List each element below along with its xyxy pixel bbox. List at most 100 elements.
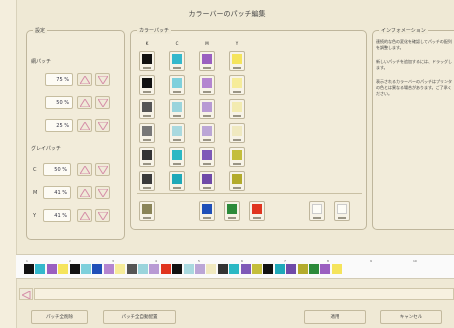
increase-button[interactable] — [77, 186, 92, 199]
column-label-y: Y — [235, 41, 239, 46]
color-swatch[interactable] — [139, 147, 155, 167]
swatch-color — [202, 102, 212, 112]
increase-button[interactable] — [77, 73, 92, 86]
increase-button[interactable] — [77, 163, 92, 176]
color-bar-patch[interactable] — [252, 264, 262, 274]
color-bar-patch[interactable] — [46, 264, 57, 274]
swatch-color — [142, 150, 152, 160]
color-bar-patch[interactable] — [309, 264, 319, 274]
color-swatch[interactable] — [199, 99, 215, 119]
special-swatch[interactable] — [199, 201, 215, 221]
swatch-color — [142, 174, 152, 184]
color-swatch[interactable] — [229, 147, 245, 167]
color-bar-patch[interactable] — [217, 264, 228, 274]
color-swatch[interactable] — [199, 147, 215, 167]
color-swatch[interactable] — [229, 99, 245, 119]
color-bar-patch[interactable] — [81, 264, 91, 274]
color-bar-patch[interactable] — [297, 264, 308, 274]
information-group-label: インフォメーション — [379, 27, 428, 34]
color-bar-segment-label: 3 — [112, 259, 114, 263]
color-bar-patch[interactable] — [92, 264, 103, 274]
color-bar-patch[interactable] — [195, 264, 205, 274]
color-bar-patch[interactable] — [103, 264, 114, 274]
special-swatch[interactable] — [309, 201, 325, 221]
decrease-button[interactable] — [95, 186, 110, 199]
scroll-left-button[interactable] — [19, 288, 33, 300]
apply-button[interactable]: 適用 — [304, 310, 366, 324]
color-bar-preview[interactable]: 1 2 3 4 5 6 7 8 9 10 — [16, 254, 454, 279]
color-swatch[interactable] — [229, 51, 245, 71]
color-swatch[interactable] — [169, 147, 185, 167]
color-swatch[interactable] — [139, 51, 155, 71]
cancel-button[interactable]: キャンセル — [380, 310, 442, 324]
special-swatch[interactable] — [139, 201, 155, 221]
color-swatch[interactable] — [169, 75, 185, 95]
decrease-button[interactable] — [95, 209, 110, 222]
color-swatch[interactable] — [139, 99, 155, 119]
color-bar-patch[interactable] — [240, 264, 251, 274]
decrease-button[interactable] — [95, 163, 110, 176]
decrease-button[interactable] — [95, 119, 110, 132]
decrease-button[interactable] — [95, 96, 110, 109]
delete-all-patches-button[interactable]: パッチ全削除 — [31, 310, 88, 324]
increase-button[interactable] — [77, 119, 92, 132]
color-bar-patch[interactable] — [206, 264, 217, 274]
color-swatch[interactable] — [199, 75, 215, 95]
color-bar-patch[interactable] — [172, 264, 183, 274]
color-bar-patch[interactable] — [263, 264, 274, 274]
auto-arrange-patches-button[interactable]: パッチ全自動配置 — [103, 310, 176, 324]
tone-value[interactable]: 75 % — [45, 73, 73, 86]
color-bar-patch[interactable] — [126, 264, 137, 274]
color-swatch[interactable] — [199, 123, 215, 143]
color-swatch[interactable] — [139, 75, 155, 95]
swatch-caption — [173, 163, 181, 165]
swatch-color — [172, 126, 182, 136]
up-triangle-icon — [80, 76, 90, 84]
horizontal-scrollbar[interactable] — [34, 288, 454, 300]
color-swatch[interactable] — [169, 123, 185, 143]
increase-button[interactable] — [77, 96, 92, 109]
column-label-m: M — [205, 41, 209, 46]
color-bar-patch[interactable] — [58, 264, 69, 274]
color-swatch[interactable] — [229, 171, 245, 191]
color-bar-patch[interactable] — [138, 264, 148, 274]
color-bar-patch[interactable] — [320, 264, 331, 274]
color-swatch[interactable] — [139, 171, 155, 191]
swatch-color — [232, 78, 242, 88]
gray-value[interactable]: 50 % — [43, 163, 71, 176]
color-swatch[interactable] — [169, 99, 185, 119]
color-swatch[interactable] — [229, 75, 245, 95]
color-swatch[interactable] — [169, 171, 185, 191]
color-bar-patch[interactable] — [115, 264, 126, 274]
tone-value[interactable]: 50 % — [45, 96, 73, 109]
color-swatch[interactable] — [139, 123, 155, 143]
gray-value[interactable]: 41 % — [43, 209, 71, 222]
decrease-button[interactable] — [95, 73, 110, 86]
increase-button[interactable] — [77, 209, 92, 222]
color-bar-segment-label: 4 — [155, 259, 157, 263]
special-swatch[interactable] — [249, 201, 265, 221]
swatch-caption — [173, 91, 181, 93]
swatch-color — [142, 102, 152, 112]
swatch-color — [227, 204, 237, 214]
color-swatch[interactable] — [229, 123, 245, 143]
gray-value[interactable]: 41 % — [43, 186, 71, 199]
swatch-caption — [173, 115, 181, 117]
color-swatch[interactable] — [169, 51, 185, 71]
color-swatch[interactable] — [199, 171, 215, 191]
color-bar-patch[interactable] — [69, 264, 80, 274]
color-swatch[interactable] — [199, 51, 215, 71]
color-bar-patch[interactable] — [149, 264, 160, 274]
tone-value[interactable]: 25 % — [45, 119, 73, 132]
color-bar-patch[interactable] — [160, 264, 171, 274]
special-swatch[interactable] — [224, 201, 240, 221]
color-bar-patch[interactable] — [274, 264, 285, 274]
color-bar-patch[interactable] — [286, 264, 297, 274]
color-bar-patch[interactable] — [183, 264, 194, 274]
special-swatch[interactable] — [334, 201, 350, 221]
color-bar-patch[interactable] — [229, 264, 240, 274]
color-bar-patch[interactable] — [35, 264, 46, 274]
swatch-caption — [203, 163, 211, 165]
color-bar-patch[interactable] — [331, 264, 342, 274]
color-bar-patch[interactable] — [24, 264, 34, 274]
